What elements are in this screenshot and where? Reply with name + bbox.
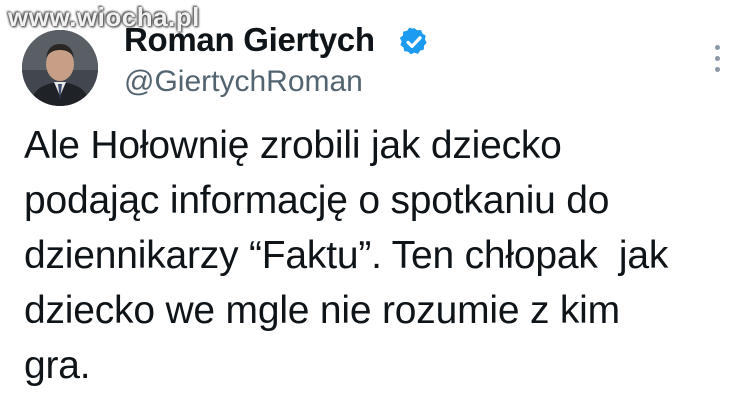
- avatar[interactable]: [22, 30, 98, 106]
- tweet-text: Ale Hołownię zrobili jak dziecko podając…: [24, 124, 669, 387]
- more-vertical-icon[interactable]: [706, 38, 728, 78]
- more-dot: [714, 55, 720, 61]
- more-dot: [714, 44, 720, 50]
- verified-badge-icon: [399, 27, 427, 55]
- more-dot: [714, 66, 720, 72]
- avatar-photo: [22, 30, 98, 106]
- watermark: www.wiocha.pl: [8, 2, 200, 32]
- tweet-card: Roman Giertych @GiertychRoman Ale Hołown…: [0, 0, 750, 402]
- author-handle[interactable]: @GiertychRoman: [124, 62, 363, 102]
